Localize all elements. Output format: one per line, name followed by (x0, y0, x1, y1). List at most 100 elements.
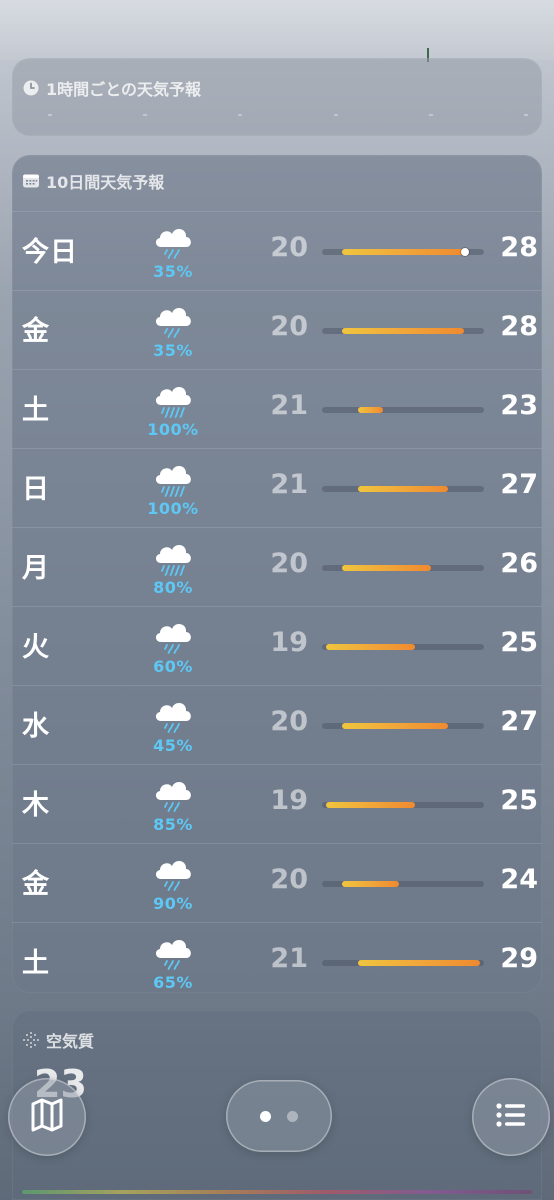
air-quality-header: 空気質 (22, 1028, 94, 1052)
forecast-row[interactable]: 土 100% 21 23 (12, 369, 542, 448)
forecast-row[interactable]: 火 60% 19 25 (12, 606, 542, 685)
heavy-rain-cloud-icon (151, 536, 195, 580)
temperature-range-bar (322, 486, 484, 492)
temperature-range-fill (326, 644, 416, 650)
precipitation-chance: 90% (153, 894, 193, 913)
forecast-row[interactable]: 金 90% 20 24 (12, 843, 542, 922)
low-temperature: 20 (270, 706, 308, 737)
high-temperature: 29 (500, 943, 538, 974)
temperature-range-fill (358, 960, 480, 966)
page-dot[interactable] (287, 1110, 298, 1122)
low-temperature: 20 (270, 548, 308, 579)
map-icon (27, 1095, 67, 1139)
high-temperature: 28 (500, 232, 538, 263)
forecast-row[interactable]: 水 45% 20 27 (12, 685, 542, 764)
map-button[interactable] (8, 1078, 86, 1156)
day-label: 金 (22, 869, 50, 900)
precipitation-chance: 35% (153, 341, 193, 360)
low-temperature: 21 (270, 390, 308, 421)
sky-background (0, 0, 554, 60)
day-label: 金 (22, 316, 50, 347)
temperature-range-bar (322, 802, 484, 808)
low-temperature: 21 (270, 943, 308, 974)
forecast-rows: 今日 35% 20 28 金 35% 20 28 土 100% 21 23 日 100% 21 27 月 80% 2… (12, 211, 542, 1001)
clock-icon (22, 79, 40, 97)
list-icon (491, 1095, 531, 1139)
heavy-rain-cloud-icon (151, 378, 195, 422)
temperature-range-bar (322, 881, 484, 887)
forecast-row[interactable]: 今日 35% 20 28 (12, 211, 542, 290)
weather-condition: 100% (140, 378, 206, 444)
precipitation-chance: 85% (153, 815, 193, 834)
page-dot-active[interactable] (260, 1110, 271, 1122)
heavy-rain-cloud-icon (151, 457, 195, 501)
low-temperature: 20 (270, 311, 308, 342)
high-temperature: 28 (500, 311, 538, 342)
rain-cloud-icon (151, 615, 195, 659)
weather-condition: 65% (140, 931, 206, 997)
temperature-range-fill (342, 881, 399, 887)
hourly-forecast-card[interactable]: 1時間ごとの天気予報 (12, 58, 542, 136)
weather-condition: 35% (140, 299, 206, 365)
precipitation-chance: 60% (153, 657, 193, 676)
low-temperature: 20 (270, 232, 308, 263)
day-label: 火 (22, 632, 50, 663)
high-temperature: 24 (500, 864, 538, 895)
hourly-placeholder-row (48, 114, 528, 118)
precipitation-chance: 100% (147, 499, 199, 518)
high-temperature: 27 (500, 469, 538, 500)
day-label: 月 (22, 553, 50, 584)
low-temperature: 19 (270, 627, 308, 658)
low-temperature: 20 (270, 864, 308, 895)
air-quality-icon (22, 1031, 40, 1049)
high-temperature: 27 (500, 706, 538, 737)
rain-cloud-icon (151, 931, 195, 975)
precipitation-chance: 80% (153, 578, 193, 597)
temperature-range-fill (326, 802, 416, 808)
high-temperature: 26 (500, 548, 538, 579)
day-label: 日 (22, 474, 50, 505)
temperature-range-fill (342, 565, 432, 571)
air-quality-scale (22, 1190, 532, 1194)
location-list-button[interactable] (472, 1078, 550, 1156)
precipitation-chance: 100% (147, 420, 199, 439)
rain-cloud-icon (151, 852, 195, 896)
forecast-row[interactable]: 月 80% 20 26 (12, 527, 542, 606)
weather-condition: 60% (140, 615, 206, 681)
precipitation-chance: 65% (153, 973, 193, 992)
low-temperature: 19 (270, 785, 308, 816)
rain-cloud-icon (151, 773, 195, 817)
high-temperature: 25 (500, 785, 538, 816)
day-label: 土 (22, 395, 50, 426)
page-indicator[interactable] (226, 1080, 332, 1152)
forecast-row[interactable]: 金 35% 20 28 (12, 290, 542, 369)
weather-condition: 80% (140, 536, 206, 602)
precipitation-chance: 35% (153, 262, 193, 281)
weather-condition: 90% (140, 852, 206, 918)
rain-cloud-icon (151, 220, 195, 264)
temperature-range-fill (342, 723, 448, 729)
ten-day-forecast-header: 10日間天気予報 (22, 169, 164, 193)
air-quality-title: 空気質 (46, 1032, 95, 1051)
forecast-row[interactable]: 土 65% 21 29 (12, 922, 542, 1001)
ten-day-forecast-card[interactable]: 10日間天気予報 今日 35% 20 28 金 35% 20 28 土 100% 21 23 日 100%… (12, 155, 542, 993)
precipitation-chance: 45% (153, 736, 193, 755)
forecast-row[interactable]: 日 100% 21 27 (12, 448, 542, 527)
day-label: 今日 (22, 237, 78, 268)
forecast-row[interactable]: 木 85% 19 25 (12, 764, 542, 843)
day-label: 水 (22, 711, 50, 742)
ten-day-forecast-title: 10日間天気予報 (46, 173, 165, 192)
hourly-forecast-header: 1時間ごとの天気予報 (22, 76, 201, 100)
temperature-range-bar (322, 723, 484, 729)
temperature-range-bar (322, 565, 484, 571)
rain-cloud-icon (151, 299, 195, 343)
temperature-range-bar (322, 644, 484, 650)
rain-cloud-icon (151, 694, 195, 738)
temperature-range-fill (358, 486, 448, 492)
day-label: 土 (22, 948, 50, 979)
temperature-range-fill (342, 328, 464, 334)
temperature-range-fill (358, 407, 383, 413)
weather-condition: 100% (140, 457, 206, 523)
weather-condition: 85% (140, 773, 206, 839)
weather-condition: 35% (140, 220, 206, 286)
